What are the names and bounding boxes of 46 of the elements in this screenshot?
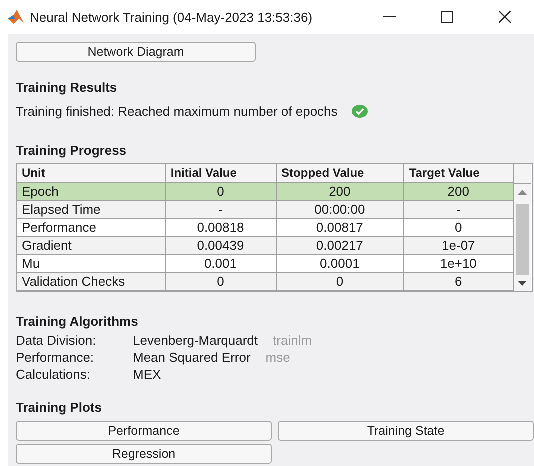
scroll-down-icon[interactable]: [518, 280, 527, 286]
field-value: MEX: [133, 367, 162, 382]
table-cell: Validation Checks: [17, 272, 166, 290]
field-label: Data Division:: [16, 333, 98, 348]
column-header: Stopped Value: [276, 164, 404, 182]
table-cell: 0.00217: [276, 236, 404, 254]
plot-button[interactable]: Training State: [278, 421, 534, 441]
table-cell: Elapsed Time: [17, 200, 166, 218]
section-heading: Training Results: [16, 80, 118, 95]
function-name: trainlm: [273, 333, 312, 348]
scroll-up-icon[interactable]: [518, 190, 527, 194]
table-cell: 6: [404, 272, 514, 290]
table-cell: Epoch: [17, 182, 166, 200]
window-title: Neural Network Training (04-May-2023 13:53:36): [30, 10, 314, 24]
close-icon[interactable]: [499, 11, 511, 23]
status-message: Training finished: Reached maximum number of epochs: [16, 104, 338, 119]
scrollbar-thumb[interactable]: [516, 204, 529, 275]
table-cell: 00:00:00: [276, 200, 404, 218]
table-cell: 200: [276, 182, 404, 200]
section-heading: Training Progress: [16, 143, 128, 158]
maximize-icon[interactable]: [441, 11, 453, 23]
plot-button[interactable]: Performance: [16, 421, 272, 441]
table-cell: 1e-07: [404, 236, 514, 254]
table-cell: -: [404, 200, 514, 218]
table-cell: 0: [165, 182, 276, 200]
network-diagram-button[interactable]: Network Diagram: [16, 42, 256, 62]
column-header: Unit: [17, 164, 166, 182]
table-cell: 0.00439: [165, 236, 276, 254]
plot-button[interactable]: Regression: [16, 444, 272, 464]
table-cell: -: [165, 200, 276, 218]
field-label: Calculations:: [16, 367, 92, 382]
table-cell: 0: [276, 272, 404, 290]
table-cell: 200: [404, 182, 514, 200]
section-heading: Training Algorithms: [16, 314, 140, 329]
column-header: Target Value: [404, 164, 514, 182]
field-value: Levenberg-Marquardt: [133, 333, 258, 348]
section-heading: Training Plots: [16, 400, 103, 415]
minimize-icon[interactable]: [382, 16, 396, 18]
app-logo-icon: [8, 10, 24, 24]
table-cell: 0: [165, 272, 276, 290]
scrollbar[interactable]: [514, 164, 531, 291]
function-name: mse: [266, 350, 290, 365]
table-cell: Gradient: [17, 236, 166, 254]
field-value: Mean Squared Error: [133, 350, 251, 365]
field-label: Performance:: [16, 350, 96, 365]
column-header: Initial Value: [165, 164, 276, 182]
